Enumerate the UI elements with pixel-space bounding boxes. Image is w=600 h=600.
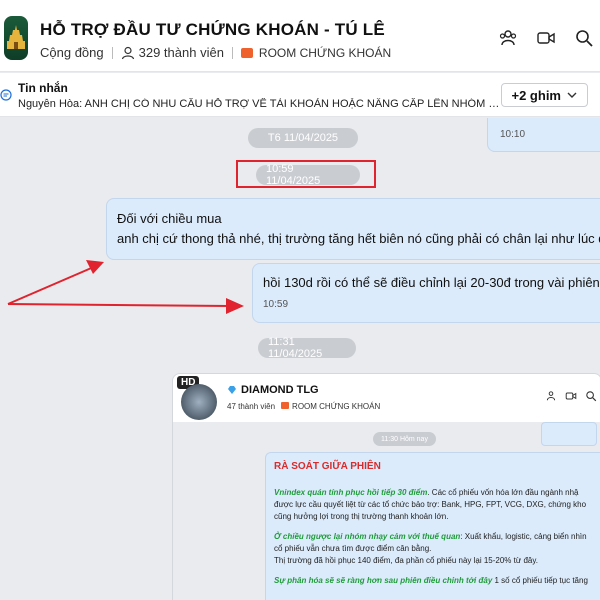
attachment-chat-area: 11:30 Hôm nay RÀ SOÁT GIỮA PHIÊN Vnindex… bbox=[173, 422, 600, 600]
attachment-bubble bbox=[541, 422, 597, 446]
pinned-label: Tin nhắn bbox=[18, 81, 68, 95]
attachment-heading: RÀ SOÁT GIỮA PHIÊN bbox=[274, 461, 381, 472]
member-icon bbox=[121, 46, 134, 59]
attachment-paragraph: Sự phân hóa sẽ sẽ ràng hơn sau phiên điề… bbox=[274, 575, 596, 587]
attachment-group-title: DIAMOND TLG bbox=[227, 384, 319, 396]
message-bubble[interactable]: hồi 130d rồi có thể sẽ điều chỉnh lại 20… bbox=[252, 263, 600, 323]
attachment-group-avatar bbox=[181, 384, 217, 420]
attachment-paragraph: Vnindex quán tính phục hồi tiếp 30 điểm.… bbox=[274, 487, 596, 523]
diamond-icon bbox=[228, 386, 236, 394]
video-call-icon[interactable] bbox=[536, 28, 556, 48]
message-line: anh chị cứ thong thả nhé, thị trường tăn… bbox=[117, 231, 600, 246]
pinned-text[interactable]: Nguyễn Hòa: ANH CHỊ CÓ NHU CẦU HỖ TRỢ VỀ… bbox=[18, 98, 506, 110]
divider bbox=[231, 46, 233, 59]
video-call-icon bbox=[565, 392, 577, 400]
message-text: hồi 130d rồi có thể sẽ điều chỉnh lại 20… bbox=[263, 275, 600, 290]
attachment-room-name: ROOM CHỨNG KHOÁN bbox=[292, 402, 381, 411]
group-type: Cộng đồng bbox=[40, 45, 104, 60]
group-avatar[interactable] bbox=[4, 16, 28, 60]
tag-icon bbox=[240, 47, 253, 58]
attachment-paragraph: Ở chiều ngược lại nhóm nhạy cảm với thuế… bbox=[274, 531, 596, 567]
highlight-text: Ở chiều ngược lại nhóm nhạy cảm với thuế… bbox=[274, 532, 461, 541]
message-bubble[interactable]: 10:10 bbox=[487, 118, 600, 152]
attachment-member-count: 47 thành viên bbox=[227, 402, 276, 411]
highlight-text: Vnindex quán tính phục hồi tiếp 30 điểm bbox=[274, 488, 428, 497]
date-pill: 11:31 11/04/2025 bbox=[258, 336, 356, 360]
chevron-down-icon bbox=[567, 92, 577, 98]
more-pins-label: +2 ghim bbox=[511, 87, 562, 103]
add-member-icon bbox=[546, 391, 556, 401]
arrowhead bbox=[86, 260, 104, 274]
attachment-time-pill: 11:30 Hôm nay bbox=[373, 432, 436, 446]
search-icon bbox=[586, 391, 597, 402]
image-attachment[interactable]: HD DIAMOND TLG 47 thành viên ROOM CHỨNG … bbox=[172, 373, 600, 600]
member-count[interactable]: 329 thành viên bbox=[139, 45, 224, 60]
group-meta: Cộng đồng 329 thành viên ROOM CHỨNG KHOÁ… bbox=[40, 45, 391, 60]
pinned-message-bar[interactable]: Tin nhắn Nguyễn Hòa: ANH CHỊ CÓ NHU CẦU … bbox=[0, 73, 600, 117]
date-pill: 10:59 11/04/2025 bbox=[256, 163, 360, 187]
divider bbox=[111, 46, 113, 59]
message-time: 10:10 bbox=[500, 129, 526, 140]
message-icon bbox=[0, 89, 12, 101]
more-pins-button[interactable]: +2 ghim bbox=[500, 83, 588, 107]
add-member-icon[interactable] bbox=[498, 28, 518, 48]
room-name: ROOM CHỨNG KHOÁN bbox=[258, 45, 392, 60]
chat-area[interactable]: 10:10 T6 11/04/2025 10:59 11/04/2025 Đối… bbox=[0, 118, 600, 600]
attachment-message: RÀ SOÁT GIỮA PHIÊN Vnindex quán tính phụ… bbox=[265, 452, 600, 600]
body-text: 1 số cổ phiếu tiếp tục tăng bbox=[492, 576, 588, 585]
search-icon[interactable] bbox=[574, 28, 594, 48]
tag-icon bbox=[281, 402, 290, 409]
header-actions bbox=[498, 28, 594, 48]
attachment-header-actions bbox=[545, 390, 597, 402]
date-pill: T6 11/04/2025 bbox=[248, 128, 358, 148]
room-badge[interactable]: ROOM CHỨNG KHOÁN bbox=[240, 45, 392, 60]
attachment-room: ROOM CHỨNG KHOÁN bbox=[281, 402, 380, 411]
arrowhead bbox=[226, 298, 244, 314]
message-bubble[interactable]: Đối với chiều mua anh chị cứ thong thả n… bbox=[106, 198, 600, 260]
highlight-text: Sự phân hóa sẽ sẽ ràng hơn sau phiên điề… bbox=[274, 576, 493, 585]
temple-logo-icon bbox=[7, 25, 25, 49]
attachment-group-meta: 47 thành viên ROOM CHỨNG KHOÁN bbox=[227, 402, 380, 411]
group-title: HỖ TRỢ ĐẦU TƯ CHỨNG KHOÁN - TÚ LÊ bbox=[40, 20, 385, 39]
message-time: 10:59 bbox=[263, 299, 289, 310]
body-text: Thị trường đã hồi phục 140 điểm, đa phần… bbox=[274, 556, 538, 565]
chat-header: HỖ TRỢ ĐẦU TƯ CHỨNG KHOÁN - TÚ LÊ Cộng đ… bbox=[0, 0, 600, 72]
attachment-group-name: DIAMOND TLG bbox=[241, 384, 319, 396]
message-line: Đối với chiều mua bbox=[117, 211, 222, 226]
